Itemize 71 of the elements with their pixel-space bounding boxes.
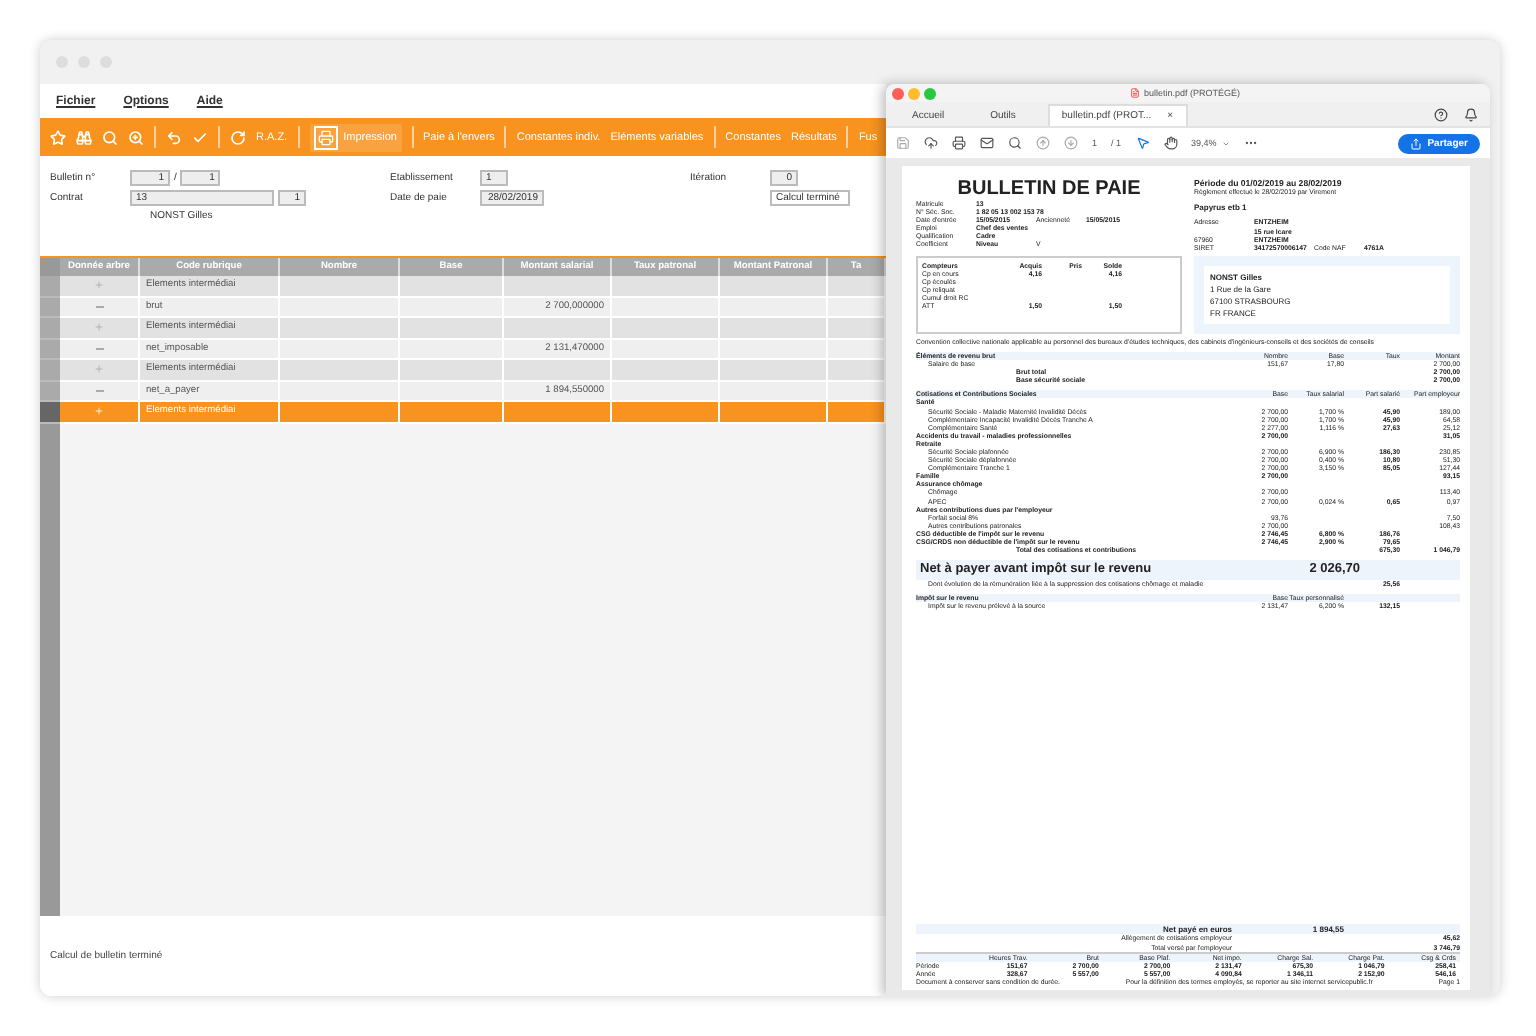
table-cell: [720, 276, 828, 297]
undo-icon[interactable]: [166, 129, 182, 145]
table-cell: [720, 360, 828, 381]
more-icon[interactable]: [1244, 136, 1259, 150]
table-cell: [612, 360, 720, 381]
table-cell: [720, 381, 828, 402]
table-cell: [280, 318, 400, 339]
table-cell: [504, 318, 612, 339]
refresh-icon[interactable]: [230, 129, 246, 145]
cloud-upload-icon[interactable]: [924, 136, 938, 150]
table-cell: [280, 297, 400, 318]
table-cell: [612, 402, 720, 423]
hand-icon[interactable]: [1163, 136, 1178, 150]
table-cell: [828, 402, 886, 423]
expand-icon[interactable]: [94, 364, 104, 375]
tree-cell[interactable]: [60, 360, 140, 381]
table-cell: [612, 297, 720, 318]
table-cell: [720, 339, 828, 360]
document-title: BULLETIN DE PAIE: [955, 178, 1143, 200]
search-icon[interactable]: [1008, 136, 1022, 150]
table-cell: [400, 381, 504, 402]
table-cell: [504, 402, 612, 423]
zoom-in-icon[interactable]: [128, 129, 144, 145]
table-cell: [612, 381, 720, 402]
header-corner: [40, 258, 60, 276]
table-cell: [280, 276, 400, 297]
tree-cell[interactable]: [60, 318, 140, 339]
table-cell: [280, 339, 400, 360]
pointer-icon[interactable]: [1135, 136, 1150, 150]
table-cell: [504, 276, 612, 297]
pdf-file-icon: [1130, 88, 1140, 98]
table-cell: [400, 339, 504, 360]
table-cell: [612, 339, 720, 360]
table-cell: [720, 297, 828, 318]
table-cell: [400, 402, 504, 423]
minimize-control[interactable]: [908, 87, 920, 99]
table-cell: [280, 402, 400, 423]
help-icon[interactable]: [1434, 107, 1448, 121]
tree-cell[interactable]: [60, 381, 140, 402]
table-cell: [280, 381, 400, 402]
check-icon[interactable]: [192, 129, 208, 145]
table-cell: [400, 360, 504, 381]
zoom-control[interactable]: [924, 87, 936, 99]
next-page-icon[interactable]: [1064, 136, 1078, 150]
table-cell: [504, 360, 612, 381]
previous-page-icon[interactable]: [1036, 136, 1050, 150]
expand-icon[interactable]: [94, 322, 104, 333]
tree-cell[interactable]: [60, 402, 140, 423]
expand-icon[interactable]: [94, 280, 104, 291]
save-icon[interactable]: [896, 136, 910, 150]
printer-icon: [317, 129, 334, 145]
tree-cell[interactable]: [60, 297, 140, 318]
tree-cell[interactable]: [60, 339, 140, 360]
tree-cell[interactable]: [60, 276, 140, 297]
binoculars-icon[interactable]: [76, 129, 92, 145]
share-icon: [1409, 137, 1422, 149]
star-icon[interactable]: [50, 129, 66, 145]
mail-icon[interactable]: [980, 136, 994, 150]
row-gutter[interactable]: [40, 402, 60, 423]
table-cell: [400, 276, 504, 297]
close-control[interactable]: [892, 87, 904, 99]
table-cell: [280, 360, 400, 381]
table-cell: [400, 297, 504, 318]
table-cell: [612, 276, 720, 297]
print-icon[interactable]: [952, 136, 966, 150]
table-cell: [720, 318, 828, 339]
bell-icon[interactable]: [1464, 107, 1478, 121]
table-cell: [720, 402, 828, 423]
expand-icon[interactable]: [94, 406, 104, 417]
table-cell: [400, 318, 504, 339]
table-cell: [612, 318, 720, 339]
